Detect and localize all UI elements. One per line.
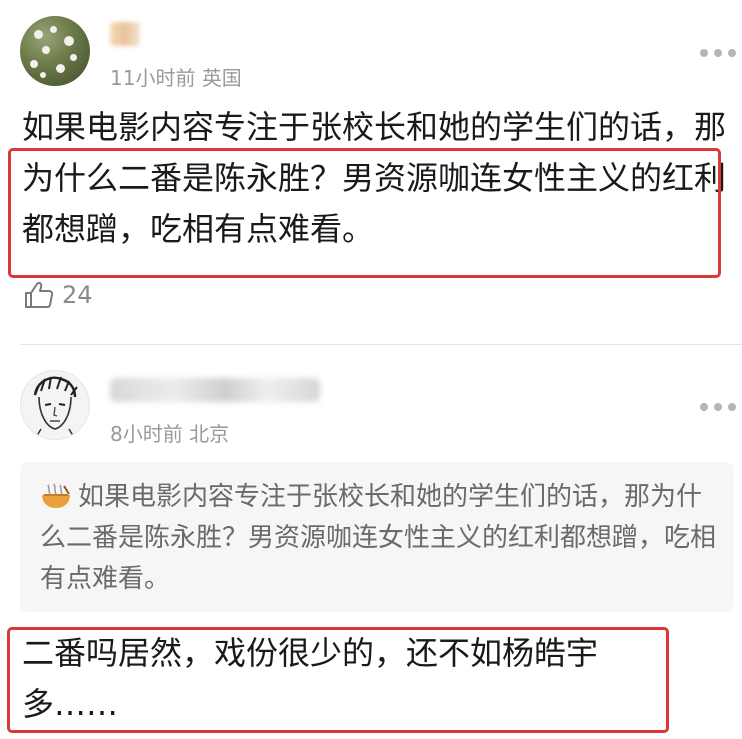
more-dots-icon[interactable]	[700, 402, 736, 412]
divider	[20, 344, 742, 345]
comment-time: 8小时前	[110, 422, 183, 446]
blurred-username[interactable]	[110, 378, 320, 402]
comment-location: 英国	[201, 66, 242, 90]
highlight-box	[7, 627, 669, 733]
avatar[interactable]	[20, 16, 90, 86]
more-dots-icon[interactable]	[700, 48, 736, 58]
thumbs-up-icon	[25, 282, 54, 308]
comment-meta: 11小时前 英国	[110, 62, 242, 91]
comment-meta: 8小时前 北京	[110, 418, 229, 447]
blurred-username[interactable]	[110, 22, 140, 46]
like-count: 24	[62, 281, 93, 309]
like-button[interactable]: 24	[24, 280, 93, 310]
quoted-text: 如果电影内容专注于张校长和她的学生们的话，那为什么二番是陈永胜？男资源咖连女性主…	[40, 482, 717, 594]
comment-location: 北京	[189, 422, 230, 446]
quoted-comment-content: 如果电影内容专注于张校长和她的学生们的话，那为什么二番是陈永胜？男资源咖连女性主…	[40, 477, 720, 600]
noodle-bowl-icon	[42, 483, 70, 508]
highlight-box	[8, 148, 721, 278]
avatar[interactable]	[20, 370, 90, 440]
comment-time: 11小时前	[110, 66, 196, 90]
sketch-portrait-icon	[33, 376, 78, 439]
